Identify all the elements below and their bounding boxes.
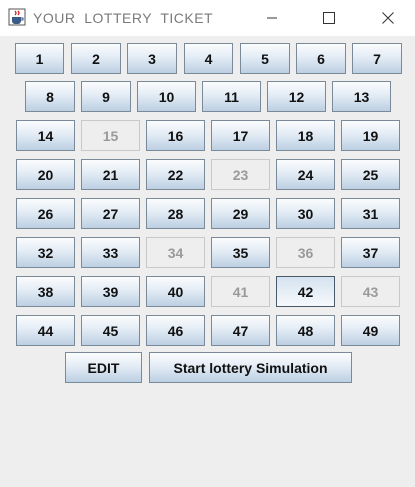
start-simulation-button[interactable]: Start lottery Simulation <box>149 352 352 383</box>
number-button-13[interactable]: 13 <box>332 81 391 112</box>
number-button-5[interactable]: 5 <box>240 43 290 74</box>
number-button-23[interactable]: 23 <box>211 159 270 190</box>
number-button-18[interactable]: 18 <box>276 120 335 151</box>
number-button-33[interactable]: 33 <box>81 237 140 268</box>
number-button-45[interactable]: 45 <box>81 315 140 346</box>
number-button-42[interactable]: 42 <box>276 276 335 307</box>
number-button-32[interactable]: 32 <box>16 237 75 268</box>
number-button-3[interactable]: 3 <box>127 43 177 74</box>
number-button-43[interactable]: 43 <box>341 276 400 307</box>
close-button[interactable] <box>365 0 411 36</box>
edit-button[interactable]: EDIT <box>65 352 142 383</box>
number-button-17[interactable]: 17 <box>211 120 270 151</box>
number-button-39[interactable]: 39 <box>81 276 140 307</box>
number-button-8[interactable]: 8 <box>25 81 75 112</box>
number-button-35[interactable]: 35 <box>211 237 270 268</box>
number-button-25[interactable]: 25 <box>341 159 400 190</box>
number-button-21[interactable]: 21 <box>81 159 140 190</box>
number-button-26[interactable]: 26 <box>16 198 75 229</box>
number-button-30[interactable]: 30 <box>276 198 335 229</box>
number-button-47[interactable]: 47 <box>211 315 270 346</box>
minimize-button[interactable] <box>249 0 295 36</box>
number-button-34[interactable]: 34 <box>146 237 205 268</box>
maximize-button[interactable] <box>306 0 352 36</box>
number-button-27[interactable]: 27 <box>81 198 140 229</box>
window-title: YOUR LOTTERY TICKET <box>33 10 214 26</box>
maximize-icon <box>323 12 335 24</box>
java-cup-icon <box>8 8 26 26</box>
number-button-46[interactable]: 46 <box>146 315 205 346</box>
number-button-44[interactable]: 44 <box>16 315 75 346</box>
number-button-12[interactable]: 12 <box>267 81 326 112</box>
number-button-48[interactable]: 48 <box>276 315 335 346</box>
title-bar: YOUR LOTTERY TICKET <box>0 0 415 36</box>
minimize-icon <box>267 17 277 19</box>
number-button-1[interactable]: 1 <box>15 43 64 74</box>
number-button-20[interactable]: 20 <box>16 159 75 190</box>
number-button-38[interactable]: 38 <box>16 276 75 307</box>
number-button-6[interactable]: 6 <box>296 43 346 74</box>
number-button-15[interactable]: 15 <box>81 120 140 151</box>
number-button-31[interactable]: 31 <box>341 198 400 229</box>
number-button-28[interactable]: 28 <box>146 198 205 229</box>
number-button-11[interactable]: 11 <box>202 81 261 112</box>
number-button-10[interactable]: 10 <box>137 81 196 112</box>
number-button-49[interactable]: 49 <box>341 315 400 346</box>
number-button-19[interactable]: 19 <box>341 120 400 151</box>
number-button-36[interactable]: 36 <box>276 237 335 268</box>
number-button-22[interactable]: 22 <box>146 159 205 190</box>
close-icon <box>382 12 394 24</box>
number-button-4[interactable]: 4 <box>184 43 233 74</box>
number-button-14[interactable]: 14 <box>16 120 75 151</box>
number-button-7[interactable]: 7 <box>352 43 402 74</box>
number-button-9[interactable]: 9 <box>81 81 131 112</box>
number-button-16[interactable]: 16 <box>146 120 205 151</box>
number-button-29[interactable]: 29 <box>211 198 270 229</box>
number-button-41[interactable]: 41 <box>211 276 270 307</box>
number-button-24[interactable]: 24 <box>276 159 335 190</box>
number-button-2[interactable]: 2 <box>71 43 121 74</box>
number-button-40[interactable]: 40 <box>146 276 205 307</box>
number-button-37[interactable]: 37 <box>341 237 400 268</box>
